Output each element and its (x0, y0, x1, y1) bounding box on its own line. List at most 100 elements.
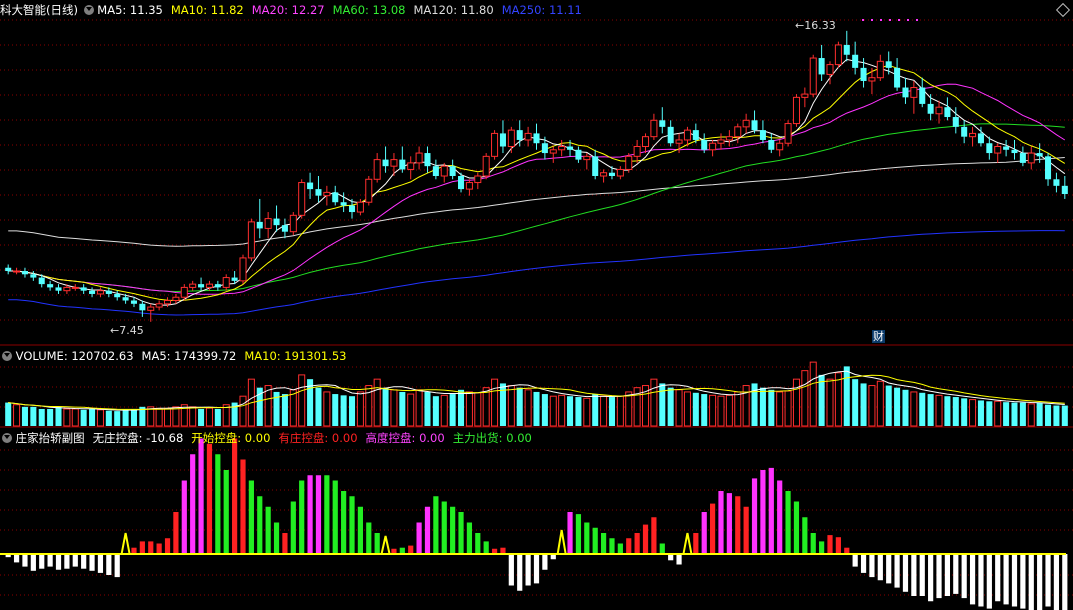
marker-dot (889, 19, 891, 21)
chart-canvas[interactable] (0, 0, 1073, 610)
candle-body (801, 93, 809, 98)
volume-bar (843, 366, 850, 426)
volume-bar (399, 391, 406, 426)
indicator-bar (810, 533, 816, 554)
indicator-bar (139, 541, 145, 554)
candle-body (809, 57, 817, 95)
candle-body (717, 139, 725, 144)
volume-bar (567, 396, 574, 426)
volume-bar (952, 397, 959, 426)
indicator-panel-header: 庄家抬轿副图 无庄控盘: -10.68 开始控盘: 0.00 有庄控盘: 0.00 高度… (0, 430, 540, 446)
candle-body (164, 300, 172, 305)
indicator-bar (726, 493, 732, 554)
indicator-bar (567, 512, 573, 554)
volume-bar (47, 408, 54, 426)
volume-bar (659, 383, 666, 426)
volume-label: MA5: 174399.72 (141, 349, 237, 363)
volume-bar (826, 378, 834, 427)
candle-body (382, 159, 389, 167)
ma-legend: MA5: 11.35 MA10: 11.82 MA20: 12.27 MA60: 13… (97, 3, 590, 17)
indicator-bar (651, 517, 657, 554)
volume-bar (1011, 402, 1018, 426)
volume-bar (625, 391, 633, 427)
indicator-bar (533, 554, 540, 584)
volume-bar (332, 394, 339, 426)
indicator-bar (424, 506, 431, 554)
indicator-bar (164, 538, 171, 554)
indicator-bar (173, 512, 179, 554)
candle-body (105, 290, 112, 294)
finance-event-marker[interactable]: 财 (872, 330, 885, 343)
indicator-bar (760, 470, 766, 554)
volume-bar (289, 389, 297, 427)
volume-bar (801, 370, 809, 427)
indicator-bar (181, 480, 187, 554)
candle-body (1019, 153, 1026, 163)
volume-bar (860, 383, 867, 426)
candle-body (399, 159, 406, 170)
indicator-bar (22, 554, 28, 567)
volume-bar (776, 391, 784, 427)
candle-body (214, 284, 221, 288)
candle-body (449, 166, 456, 176)
volume-bar (298, 374, 306, 427)
candle-body (625, 155, 633, 170)
volume-bar (458, 389, 465, 426)
indicator-bar (30, 554, 36, 571)
volume-bar (533, 391, 540, 426)
candle-body (491, 132, 499, 157)
candle-body (952, 117, 959, 127)
candle-body (482, 155, 490, 177)
indicator-bar (324, 475, 330, 554)
indicator-bar (1028, 554, 1034, 610)
volume-bar (89, 408, 96, 426)
indicator-bar (617, 543, 623, 554)
volume-bar (759, 387, 766, 426)
volume-bar (474, 392, 482, 427)
indicator-bar (97, 554, 104, 573)
indicator-bar (835, 537, 841, 554)
volume-bar (424, 391, 431, 426)
indicator-bar (232, 438, 238, 554)
volume-bar (340, 395, 347, 426)
candle-body (424, 153, 431, 167)
indicator-bar (265, 506, 271, 554)
candle-body (356, 201, 364, 213)
volume-bar (809, 361, 817, 427)
candle-body (709, 142, 717, 151)
ma-label: MA10: 11.82 (170, 3, 244, 17)
dropdown-circle-icon[interactable] (2, 351, 12, 361)
candle-body (130, 300, 137, 304)
dropdown-circle-icon[interactable] (83, 5, 94, 15)
candle-body (742, 119, 750, 128)
candle-body (549, 149, 557, 154)
ma-label: MA120: 11.80 (413, 3, 494, 17)
indicator-bar (1011, 554, 1018, 607)
dropdown-circle-icon[interactable] (2, 433, 12, 443)
candle-body (868, 77, 876, 82)
candle-body (281, 225, 288, 232)
volume-label: MA10: 191301.53 (244, 349, 347, 363)
candle-body (692, 130, 699, 140)
volume-bar (675, 389, 683, 427)
volume-bar (725, 394, 733, 427)
volume-bar (910, 391, 918, 427)
candle-body (977, 133, 984, 144)
volume-bar (5, 402, 12, 426)
volume-bar (541, 394, 548, 426)
candle-body (189, 283, 197, 288)
volume-bar (1027, 403, 1035, 427)
indicator-bar (1003, 554, 1009, 605)
candle-body (533, 133, 540, 144)
indicator-bar (1053, 554, 1060, 610)
ma20-line (8, 83, 1066, 295)
candle-body (71, 286, 79, 289)
indicator-bar (433, 496, 439, 554)
candle-body (768, 139, 775, 150)
volume-bar (407, 393, 415, 427)
candle-body (47, 284, 54, 288)
indicator-bar (626, 538, 632, 554)
volume-bar (465, 391, 473, 427)
indicator-bar (198, 438, 204, 554)
indicator-bar (64, 554, 70, 569)
